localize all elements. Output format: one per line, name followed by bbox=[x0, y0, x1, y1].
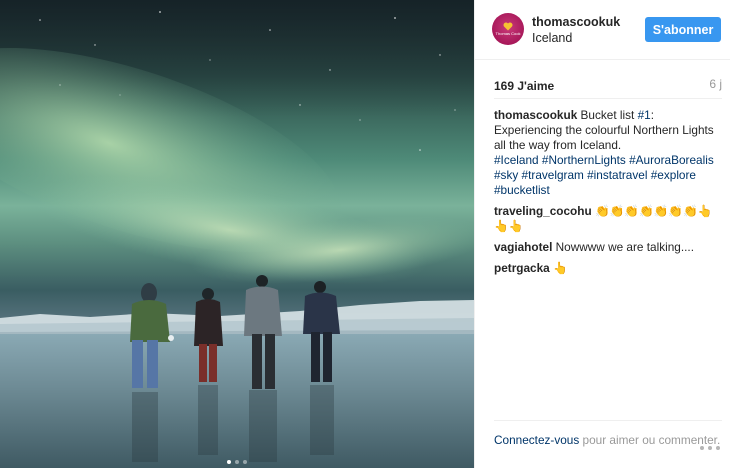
login-link[interactable]: Connectez-vous bbox=[494, 433, 579, 447]
comment: traveling_cocohu 👏👏👏👏👏👏👏👆👆👆 bbox=[494, 204, 722, 234]
post-photo[interactable] bbox=[0, 0, 474, 468]
caption: thomascookuk Bucket list #1: Experiencin… bbox=[494, 108, 722, 198]
hashtag-link[interactable]: #NorthernLights bbox=[542, 153, 626, 167]
divider bbox=[494, 98, 722, 99]
username-link[interactable]: thomascookuk bbox=[532, 15, 620, 29]
likes-count[interactable]: 169 J'aime bbox=[494, 79, 554, 93]
carousel-indicator bbox=[0, 460, 474, 464]
hashtag-link[interactable]: #bucketlist bbox=[494, 183, 550, 197]
caption-hashtag[interactable]: #1 bbox=[638, 108, 651, 122]
carousel-dot-2[interactable] bbox=[235, 460, 239, 464]
divider bbox=[494, 420, 722, 421]
carousel-dot-3[interactable] bbox=[243, 460, 247, 464]
avatar-logo-text: Thomas Cook bbox=[495, 31, 521, 36]
post-header: Thomas Cook thomascookuk Iceland S'abonn… bbox=[475, 0, 730, 60]
comment-text: Nowwww we are talking.... bbox=[555, 240, 694, 254]
location-link[interactable]: Iceland bbox=[532, 31, 572, 45]
caption-username[interactable]: thomascookuk bbox=[494, 108, 577, 122]
comments-list: thomascookuk Bucket list #1: Experiencin… bbox=[494, 108, 722, 276]
avatar[interactable]: Thomas Cook bbox=[492, 13, 524, 45]
comment-username[interactable]: petrgacka bbox=[494, 261, 550, 275]
post-time[interactable]: 6 j bbox=[709, 77, 722, 91]
hashtag-link[interactable]: #sky bbox=[494, 168, 518, 182]
comment: vagiahotel Nowwww we are talking.... bbox=[494, 240, 722, 255]
likes-row: 169 J'aime 6 j bbox=[494, 77, 722, 95]
login-prompt: Connectez-vous pour aimer ou commenter. bbox=[494, 433, 722, 448]
hashtag-link[interactable]: #travelgram bbox=[522, 168, 584, 182]
comment: petrgacka 👆 bbox=[494, 261, 722, 276]
ellipsis-icon bbox=[716, 446, 720, 450]
comment-text: 👆 bbox=[553, 261, 568, 275]
hashtag-link[interactable]: #instatravel bbox=[587, 168, 647, 182]
ellipsis-icon bbox=[700, 446, 704, 450]
follow-button[interactable]: S'abonner bbox=[645, 17, 721, 42]
comment-username[interactable]: traveling_cocohu bbox=[494, 204, 592, 218]
hashtag-link[interactable]: #AuroraBorealis bbox=[629, 153, 714, 167]
caption-text-part: Bucket list bbox=[580, 108, 638, 122]
more-options-button[interactable] bbox=[700, 443, 722, 453]
instagram-post: Thomas Cook thomascookuk Iceland S'abonn… bbox=[0, 0, 730, 468]
heart-logo-icon bbox=[503, 22, 513, 31]
carousel-dot-1[interactable] bbox=[227, 460, 231, 464]
ellipsis-icon bbox=[708, 446, 712, 450]
post-sidebar: Thomas Cook thomascookuk Iceland S'abonn… bbox=[474, 0, 730, 468]
aurora-scene-image bbox=[0, 0, 474, 468]
hashtag-link[interactable]: #Iceland bbox=[494, 153, 539, 167]
comment-username[interactable]: vagiahotel bbox=[494, 240, 552, 254]
hashtag-link[interactable]: #explore bbox=[651, 168, 696, 182]
